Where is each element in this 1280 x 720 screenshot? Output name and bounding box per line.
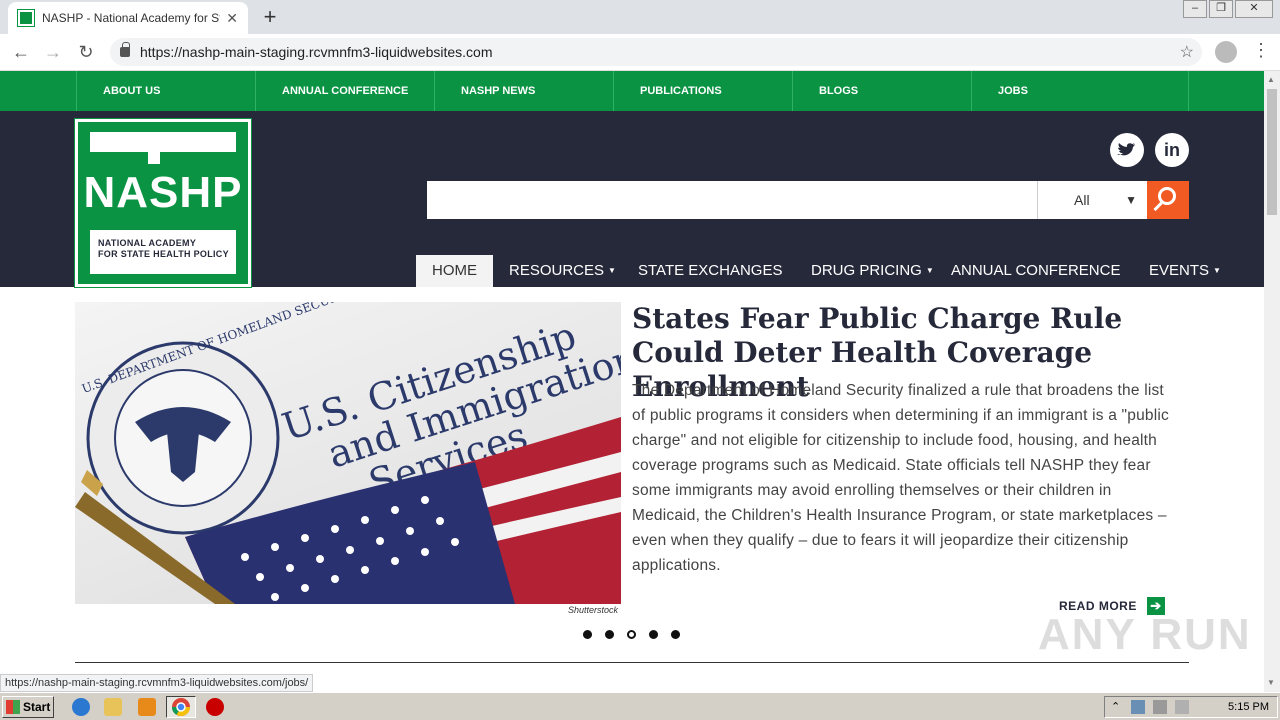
slider-dot[interactable]: [605, 630, 614, 639]
utility-nav: ABOUT US ANNUAL CONFERENCE NASHP NEWS PU…: [0, 71, 1264, 111]
start-button[interactable]: Start: [2, 696, 54, 718]
windows-flag-icon: [6, 700, 20, 714]
search-input[interactable]: [427, 181, 1037, 219]
back-arrow-icon[interactable]: ←: [9, 40, 33, 64]
restore-window-button[interactable]: ❐: [1209, 0, 1233, 18]
profile-avatar-icon[interactable]: [1215, 41, 1237, 63]
scroll-down-icon[interactable]: ▼: [1267, 678, 1275, 687]
system-tray: ⌃ 5:15 PM: [1104, 696, 1278, 718]
windows-taskbar: Start ⌃ 5:15 PM: [0, 692, 1280, 720]
search-icon-handle: [1153, 201, 1163, 212]
anyrun-watermark: ANY RUN: [1038, 610, 1252, 659]
slider-dot-active[interactable]: [627, 630, 636, 639]
tab-close-icon[interactable]: ✕: [226, 10, 238, 27]
ie-icon[interactable]: [72, 698, 90, 716]
clock[interactable]: 5:15 PM: [1228, 697, 1269, 717]
site-search: All ▼: [427, 181, 1189, 219]
stop-icon[interactable]: [206, 698, 224, 716]
volume-icon[interactable]: [1153, 700, 1167, 714]
logo-tagline: NATIONAL ACADEMY FOR STATE HEALTH POLICY: [90, 230, 236, 274]
nashp-logo[interactable]: NASHP NATIONAL ACADEMY FOR STATE HEALTH …: [74, 118, 252, 288]
topnav-divider: [1188, 71, 1189, 111]
logo-notch: [148, 152, 160, 164]
forward-arrow-icon[interactable]: →: [41, 40, 65, 64]
reload-icon[interactable]: ↻: [74, 40, 98, 64]
hero-image[interactable]: U.S. DEPARTMENT OF HOMELAND SECURITY U.S…: [75, 302, 621, 604]
browser-tab[interactable]: NASHP - National Academy for State ✕: [8, 2, 248, 34]
address-bar[interactable]: https://nashp-main-staging.rcvmnfm3-liqu…: [110, 38, 1202, 66]
tray-expand-icon[interactable]: ⌃: [1111, 700, 1125, 714]
chrome-taskbar-button[interactable]: [166, 696, 196, 718]
search-scope-value: All: [1074, 192, 1090, 208]
slider-dot[interactable]: [671, 630, 680, 639]
search-button[interactable]: [1147, 181, 1189, 219]
browser-tab-strip: NASHP - National Academy for State ✕ + –…: [0, 0, 1280, 34]
search-scope-select[interactable]: All ▼: [1037, 181, 1147, 219]
logo-tagline-line2: FOR STATE HEALTH POLICY: [98, 249, 229, 259]
topnav-about-us[interactable]: ABOUT US: [76, 71, 255, 111]
linkedin-icon[interactable]: in: [1155, 133, 1189, 167]
browser-toolbar: ← → ↻ https://nashp-main-staging.rcvmnfm…: [0, 34, 1280, 71]
topnav-blogs[interactable]: BLOGS: [792, 71, 971, 111]
image-credit: Shutterstock: [567, 605, 618, 615]
close-window-button[interactable]: ✕: [1235, 0, 1273, 18]
bookmark-star-icon[interactable]: ☆: [1180, 42, 1194, 62]
article-summary: The Department of Homeland Security fina…: [632, 382, 1169, 574]
scrollbar-thumb[interactable]: [1267, 89, 1277, 215]
status-bar-url: https://nashp-main-staging.rcvmnfm3-liqu…: [0, 674, 314, 692]
nashp-favicon-icon: [17, 9, 35, 27]
site-header: NASHP NATIONAL ACADEMY FOR STATE HEALTH …: [0, 111, 1264, 288]
logo-tagline-line1: NATIONAL ACADEMY: [98, 238, 197, 248]
new-tab-button[interactable]: +: [258, 4, 282, 30]
topnav-annual-conference[interactable]: ANNUAL CONFERENCE: [255, 71, 434, 111]
chrome-icon: [172, 698, 190, 717]
media-player-icon[interactable]: [138, 698, 156, 716]
tab-title: NASHP - National Academy for State: [42, 11, 221, 25]
slider-dot[interactable]: [583, 630, 592, 639]
action-center-flag-icon[interactable]: [1175, 700, 1189, 714]
topnav-publications[interactable]: PUBLICATIONS: [613, 71, 792, 111]
lock-icon: [120, 42, 130, 57]
scroll-up-icon[interactable]: ▲: [1267, 75, 1275, 84]
slider-dot[interactable]: [649, 630, 658, 639]
chevron-down-icon: ▼: [1125, 193, 1137, 207]
folder-icon[interactable]: [104, 698, 122, 716]
url-text: https://nashp-main-staging.rcvmnfm3-liqu…: [140, 44, 493, 60]
page-scrollbar[interactable]: ▲ ▼: [1264, 71, 1280, 692]
logo-bar: [90, 132, 236, 152]
start-label: Start: [23, 700, 51, 714]
linkedin-label: in: [1164, 140, 1180, 160]
twitter-icon[interactable]: [1110, 133, 1144, 167]
logo-wordmark: NASHP: [83, 168, 243, 217]
topnav-nashp-news[interactable]: NASHP NEWS: [434, 71, 613, 111]
network-icon[interactable]: [1131, 700, 1145, 714]
menu-kebab-icon[interactable]: ⋮: [1252, 40, 1270, 61]
section-divider: [75, 662, 1189, 663]
minimize-window-button[interactable]: –: [1183, 0, 1207, 18]
topnav-jobs[interactable]: JOBS: [971, 71, 1188, 111]
